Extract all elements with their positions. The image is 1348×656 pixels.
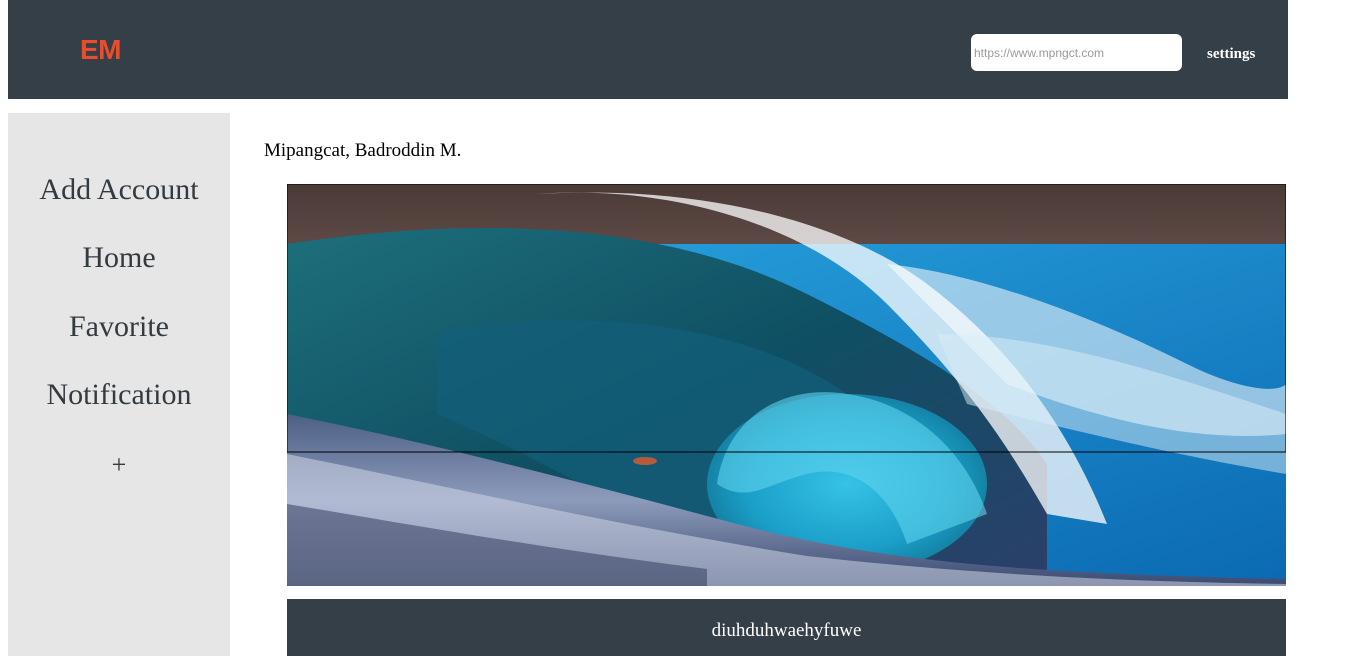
sidebar-item-home[interactable]: Home [8,240,230,276]
sidebar-item-notification[interactable]: Notification [8,377,230,413]
caption-bar: diuhduhwaehyfuwe [287,599,1286,656]
sidebar-item-favorite[interactable]: Favorite [8,309,230,345]
url-input[interactable] [971,34,1182,71]
logo[interactable]: EM [80,34,122,66]
top-header: EM settings [8,0,1288,99]
caption-text: diuhduhwaehyfuwe [711,620,862,641]
sidebar-item-add-account[interactable]: Add Account [8,172,230,208]
author-name: Mipangcat, Badroddin M. [264,140,462,161]
settings-link[interactable]: settings [1207,44,1255,64]
wave-image [287,184,1286,586]
add-button[interactable]: + [8,450,230,480]
sidebar: Add Account Home Favorite Notification + [8,113,230,656]
